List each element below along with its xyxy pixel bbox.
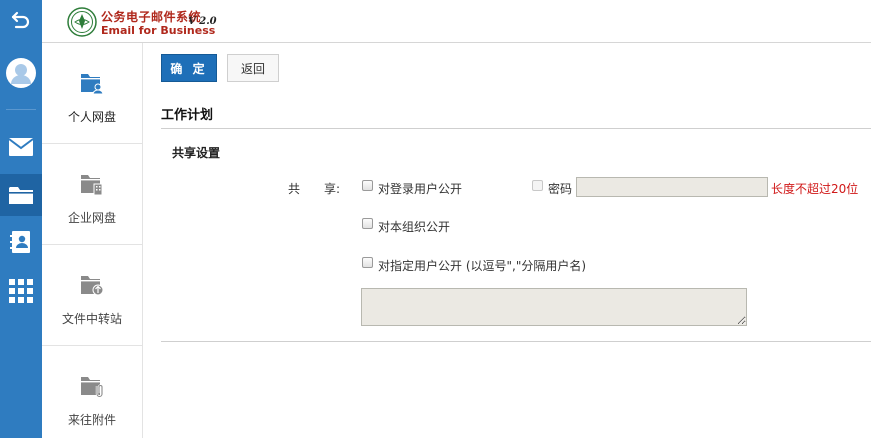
specific-users-checkbox[interactable] [362, 257, 373, 268]
logo-chinese-title: 公务电子邮件系统 [101, 10, 202, 24]
sidebar-item-label: 企业网盘 [67, 211, 116, 225]
password-label: 密码 [548, 182, 573, 196]
org-public-label: 对本组织公开 [378, 220, 451, 234]
emblem-logo-icon [67, 7, 97, 37]
confirm-button[interactable]: 确 定 [161, 54, 217, 82]
page-title: 工作计划 [161, 108, 214, 123]
bottom-divider [161, 341, 871, 342]
sidebar-item-label: 个人网盘 [67, 110, 116, 124]
specific-users-textarea[interactable] [361, 288, 747, 326]
sidebar-item-attachments[interactable]: 来往附件 [42, 346, 142, 438]
password-checkbox[interactable] [532, 180, 543, 191]
password-hint: 长度不超过20位 [771, 182, 859, 196]
rail-divider [6, 109, 36, 110]
enterprise-drive-icon [81, 175, 103, 196]
netdisk-sidebar: 个人网盘 企业网盘 文件中转站 来往附件 [42, 43, 143, 438]
avatar-icon [6, 58, 36, 88]
apps-button[interactable] [0, 271, 42, 311]
back-button[interactable] [0, 0, 42, 40]
attachments-icon [81, 377, 104, 398]
file-transfer-icon [81, 276, 104, 296]
user-avatar-button[interactable] [0, 50, 42, 96]
mail-button[interactable] [0, 127, 42, 167]
logo-version: V 2.0 [188, 16, 217, 27]
main-content: 确 定 返回 工作计划 共享设置 共 享: 对登录用户公开 密码 长度不超过20… [143, 43, 871, 438]
back-text-button[interactable]: 返回 [227, 54, 279, 82]
mail-icon [8, 138, 34, 156]
sidebar-item-personal-drive[interactable]: 个人网盘 [42, 43, 142, 144]
login-public-label: 对登录用户公开 [378, 182, 463, 196]
netdisk-button[interactable] [0, 174, 42, 216]
title-divider [161, 128, 871, 129]
password-input[interactable] [576, 177, 768, 197]
sidebar-item-file-transfer[interactable]: 文件中转站 [42, 245, 142, 346]
contacts-button[interactable] [0, 222, 42, 262]
org-public-checkbox[interactable] [362, 218, 373, 229]
personal-drive-icon [81, 74, 104, 95]
left-rail [0, 0, 42, 438]
app-header: 公务电子邮件系统 Email for Business V 2.0 [42, 0, 871, 43]
specific-users-label: 对指定用户公开 (以逗号","分隔用户名) [378, 259, 587, 273]
sidebar-item-enterprise-drive[interactable]: 企业网盘 [42, 144, 142, 245]
folder-icon [9, 187, 33, 204]
sidebar-item-label: 来往附件 [67, 413, 116, 427]
apps-grid-icon [9, 279, 33, 303]
section-title: 共享设置 [172, 146, 221, 160]
contacts-icon [10, 231, 30, 253]
back-arrow-icon [11, 11, 30, 29]
login-public-checkbox[interactable] [362, 180, 373, 191]
share-label: 共 享: [288, 182, 341, 196]
sidebar-item-label: 文件中转站 [61, 312, 122, 326]
